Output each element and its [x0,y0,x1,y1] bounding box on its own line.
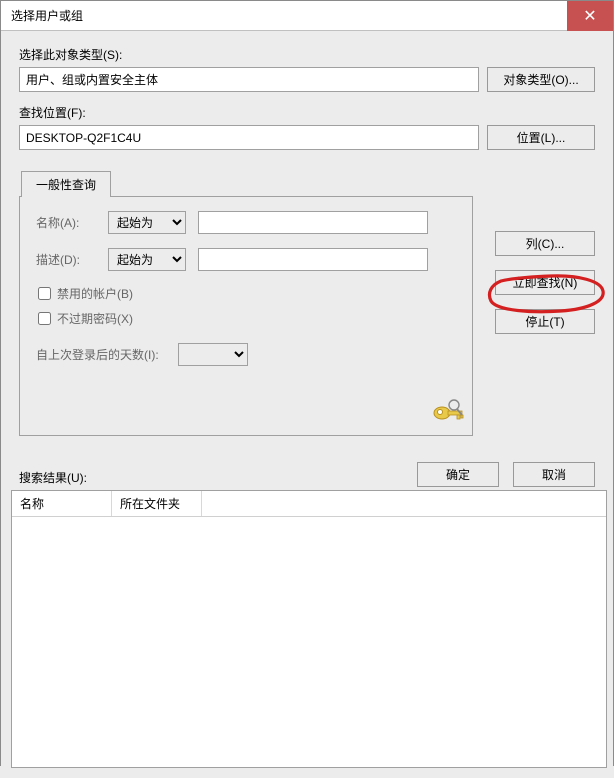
object-type-label: 选择此对象类型(S): [19,46,595,63]
disabled-account-row: 禁用的帐户(B) [36,285,456,302]
results-grid-body [12,517,606,767]
key-finder-icon [430,397,466,425]
results-grid-header: 名称 所在文件夹 [12,491,606,517]
days-since-logon-row: 自上次登录后的天数(I): [36,343,456,366]
object-type-input[interactable] [19,67,479,92]
window-title: 选择用户或组 [1,7,567,24]
results-col-name[interactable]: 名称 [12,491,112,516]
password-never-expires-row: 不过期密码(X) [36,310,456,327]
location-input[interactable] [19,125,479,150]
desc-label: 描述(D): [36,251,96,268]
name-label: 名称(A): [36,214,96,231]
results-col-folder[interactable]: 所在文件夹 [112,491,202,516]
disabled-account-checkbox[interactable] [38,287,51,300]
desc-query-input[interactable] [198,248,428,271]
side-button-column: 列(C)... 立即查找(N) 停止(T) [495,231,595,334]
name-query-row: 名称(A): 起始为 [36,211,456,234]
results-label: 搜索结果(U): [19,469,595,486]
tab-general-query[interactable]: 一般性查询 [21,171,111,197]
find-now-button[interactable]: 立即查找(N) [495,270,595,295]
columns-button[interactable]: 列(C)... [495,231,595,256]
locations-button[interactable]: 位置(L)... [487,125,595,150]
days-since-logon-combo[interactable] [178,343,248,366]
desc-query-row: 描述(D): 起始为 [36,248,456,271]
password-never-expires-label: 不过期密码(X) [57,310,133,327]
password-never-expires-checkbox[interactable] [38,312,51,325]
stop-button[interactable]: 停止(T) [495,309,595,334]
desc-match-combo[interactable]: 起始为 [108,248,186,271]
name-query-input[interactable] [198,211,428,234]
location-group: 查找位置(F): 位置(L)... [19,104,595,150]
object-type-group: 选择此对象类型(S): 对象类型(O)... [19,46,595,92]
disabled-account-label: 禁用的帐户(B) [57,285,133,302]
results-grid[interactable]: 名称 所在文件夹 [11,490,607,768]
name-match-combo[interactable]: 起始为 [108,211,186,234]
close-button[interactable]: ✕ [567,1,613,31]
titlebar: 选择用户或组 ✕ [1,1,613,31]
location-label: 查找位置(F): [19,104,595,121]
dialog-window: 选择用户或组 ✕ 选择此对象类型(S): 对象类型(O)... 查找位置(F):… [0,0,614,766]
object-types-button[interactable]: 对象类型(O)... [487,67,595,92]
dialog-content: 选择此对象类型(S): 对象类型(O)... 查找位置(F): 位置(L)...… [1,31,613,778]
general-query-panel: 名称(A): 起始为 描述(D): 起始为 禁用的帐户(B) [19,196,473,436]
tab-header: 一般性查询 [19,170,595,196]
close-icon: ✕ [583,6,596,26]
days-since-logon-label: 自上次登录后的天数(I): [36,346,166,363]
